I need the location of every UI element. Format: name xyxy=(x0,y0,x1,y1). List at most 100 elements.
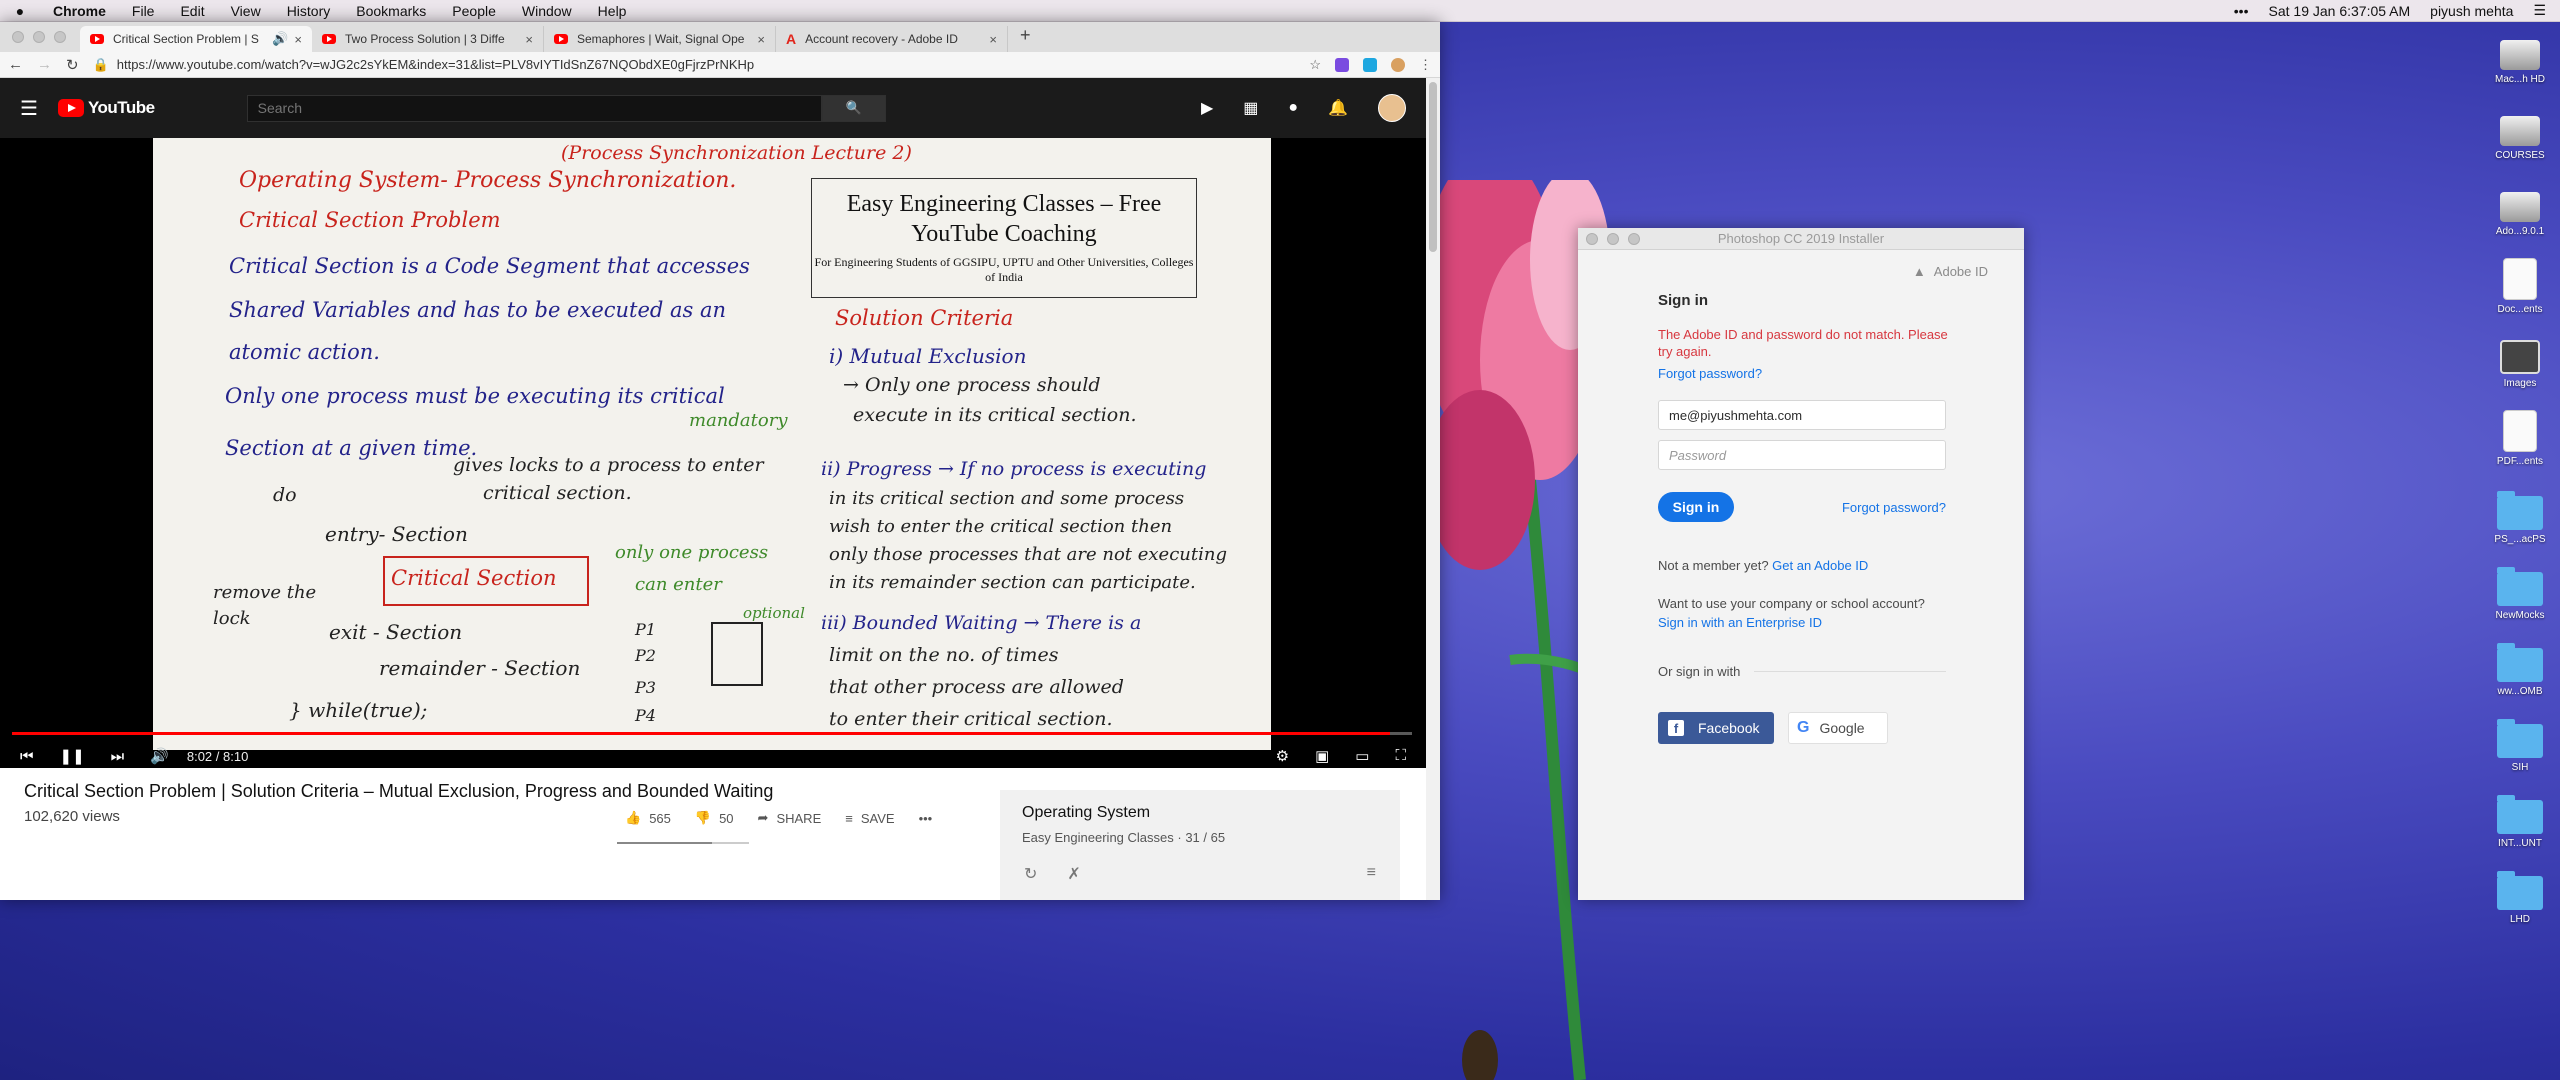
enterprise-id-link[interactable]: Sign in with an Enterprise ID xyxy=(1658,615,1822,630)
reload-icon[interactable]: ↻ xyxy=(66,56,79,74)
more-icon[interactable]: ••• xyxy=(2234,3,2249,19)
tab-critical-section[interactable]: Critical Section Problem | S 🔊 × xyxy=(80,26,312,52)
desktop-icon-folder[interactable]: ww...OMB xyxy=(2480,638,2560,697)
social-divider: Or sign in with xyxy=(1658,664,1946,679)
shuffle-icon[interactable]: ✗ xyxy=(1067,864,1080,884)
player-right-controls: ⚙ ▣ ▭ ⛶ xyxy=(1276,747,1406,765)
close-tab-icon[interactable]: × xyxy=(757,32,765,47)
zoom-window-button[interactable] xyxy=(54,31,66,43)
forgot-password-link[interactable]: Forgot password? xyxy=(1658,366,1762,381)
close-tab-icon[interactable]: × xyxy=(525,32,533,47)
extension-icon[interactable] xyxy=(1363,57,1377,72)
loop-icon[interactable]: ↻ xyxy=(1024,864,1037,884)
forgot-password-link-secondary[interactable]: Forgot password? xyxy=(1842,500,1946,515)
more-actions-icon[interactable]: ••• xyxy=(919,811,933,826)
extension-icon[interactable] xyxy=(1335,57,1349,72)
desktop-icon-drive[interactable]: Mac...h HD xyxy=(2480,30,2560,85)
like-button[interactable]: 👍 565 xyxy=(625,810,671,826)
dislike-button[interactable]: 👎 50 xyxy=(695,810,734,826)
menu-help[interactable]: Help xyxy=(585,3,640,19)
miniplayer-icon[interactable]: ▣ xyxy=(1315,747,1329,765)
volume-icon[interactable]: 🔊 xyxy=(150,747,169,765)
hamburger-menu-icon[interactable]: ☰ xyxy=(20,96,38,121)
get-adobe-id-link[interactable]: Get an Adobe ID xyxy=(1772,558,1868,573)
desktop-icon-folder[interactable]: SIH xyxy=(2480,714,2560,773)
desktop-icon-image[interactable]: Images xyxy=(2480,334,2560,389)
list-icon[interactable]: ☰ xyxy=(2533,2,2546,19)
close-tab-icon[interactable]: × xyxy=(989,32,997,47)
tab-two-process[interactable]: Two Process Solution | 3 Diffe × xyxy=(312,26,544,52)
facebook-sign-in-button[interactable]: f Facebook xyxy=(1658,712,1774,744)
desktop-icon-label: NewMocks xyxy=(2495,610,2545,621)
previous-icon[interactable]: ⏮ xyxy=(20,748,34,765)
board-criteria: execute in its critical section. xyxy=(853,404,1137,426)
board-criteria: i) Mutual Exclusion xyxy=(829,344,1027,368)
progress-bar[interactable] xyxy=(12,732,1412,735)
settings-gear-icon[interactable]: ⚙ xyxy=(1276,747,1289,765)
close-window-button[interactable] xyxy=(12,31,24,43)
search-icon[interactable]: 🔍 xyxy=(821,94,886,122)
desktop-icon-drive[interactable]: COURSES xyxy=(2480,106,2560,161)
share-button[interactable]: ➦ SHARE xyxy=(758,810,822,826)
menu-edit[interactable]: Edit xyxy=(167,3,217,19)
email-field[interactable] xyxy=(1658,400,1946,430)
pause-icon[interactable]: ❚❚ xyxy=(60,747,85,765)
save-button[interactable]: ≡ SAVE xyxy=(845,811,894,826)
desktop-icon-document[interactable]: Doc...ents xyxy=(2480,258,2560,315)
url-text[interactable]: https://www.youtube.com/watch?v=wJG2c2sY… xyxy=(117,57,754,72)
playlist-channel[interactable]: Easy Engineering Classes xyxy=(1022,830,1174,845)
minimize-window-button[interactable] xyxy=(33,31,45,43)
theater-mode-icon[interactable]: ▭ xyxy=(1355,747,1369,765)
menu-bookmarks[interactable]: Bookmarks xyxy=(343,3,439,19)
tab-adobe-recovery[interactable]: A Account recovery - Adobe ID × xyxy=(776,26,1008,52)
desktop-icon-document[interactable]: PDF...ents xyxy=(2480,410,2560,467)
tab-semaphores[interactable]: Semaphores | Wait, Signal Ope × xyxy=(544,26,776,52)
google-sign-in-button[interactable]: G Google xyxy=(1788,712,1888,744)
menu-app-name[interactable]: Chrome xyxy=(40,3,119,19)
video-player[interactable]: (Process Synchronization Lecture 2) Oper… xyxy=(0,138,1426,768)
next-icon[interactable]: ⏭ xyxy=(111,748,125,765)
menu-kebab-icon[interactable]: ⋮ xyxy=(1419,57,1432,73)
menu-window[interactable]: Window xyxy=(509,3,585,19)
create-video-icon[interactable]: ▶ xyxy=(1201,98,1213,118)
thumbs-down-icon: 👎 xyxy=(694,810,712,825)
user-name[interactable]: piyush mehta xyxy=(2430,3,2513,19)
menu-history[interactable]: History xyxy=(274,3,344,19)
desktop-icon-folder[interactable]: PS_...acPS xyxy=(2480,486,2560,545)
bookmark-star-icon[interactable]: ☆ xyxy=(1309,57,1321,73)
fullscreen-icon[interactable]: ⛶ xyxy=(1395,747,1406,765)
close-tab-icon[interactable]: × xyxy=(294,32,302,47)
playlist-title[interactable]: Operating System xyxy=(1022,804,1378,822)
scrollbar-thumb[interactable] xyxy=(1429,82,1437,252)
board-title: Operating System- Process Synchronizatio… xyxy=(239,168,737,193)
menu-view[interactable]: View xyxy=(218,3,274,19)
messages-icon[interactable]: ● xyxy=(1288,99,1298,117)
menu-people[interactable]: People xyxy=(439,3,509,19)
speaker-icon[interactable]: 🔊 xyxy=(272,31,288,47)
sign-in-button[interactable]: Sign in xyxy=(1658,492,1734,522)
playlist-panel: Operating System Easy Engineering Classe… xyxy=(1000,790,1400,900)
playlist-position: 31 / 65 xyxy=(1185,830,1226,845)
desktop-icon-folder[interactable]: NewMocks xyxy=(2480,562,2560,621)
new-tab-button[interactable]: + xyxy=(1008,25,1043,52)
forward-icon[interactable]: → xyxy=(37,56,52,73)
view-count: 102,620 views xyxy=(24,808,120,825)
account-avatar[interactable] xyxy=(1378,94,1406,122)
search-input[interactable] xyxy=(246,94,822,122)
page-scrollbar[interactable] xyxy=(1426,78,1440,900)
password-field[interactable] xyxy=(1658,440,1946,470)
desktop-icon-drive[interactable]: Ado...9.0.1 xyxy=(2480,182,2560,237)
notifications-bell-icon[interactable]: 🔔 xyxy=(1328,98,1348,118)
back-icon[interactable]: ← xyxy=(8,56,23,73)
desktop-icon-folder[interactable]: INT...UNT xyxy=(2480,790,2560,849)
apple-icon[interactable]: ● xyxy=(0,3,40,19)
clock[interactable]: Sat 19 Jan 6:37:05 AM xyxy=(2269,3,2411,19)
profile-avatar-icon[interactable] xyxy=(1391,57,1405,72)
youtube-logo[interactable]: YouTube xyxy=(57,98,155,118)
tab-label: Critical Section Problem | S xyxy=(113,32,259,46)
desktop-icon-folder[interactable]: LHD xyxy=(2480,866,2560,925)
playlist-menu-icon[interactable]: ≡ xyxy=(1367,864,1376,882)
address-bar[interactable]: 🔒 https://www.youtube.com/watch?v=wJG2c2… xyxy=(93,57,1296,73)
apps-grid-icon[interactable]: ▦ xyxy=(1243,98,1258,118)
menu-file[interactable]: File xyxy=(119,3,168,19)
